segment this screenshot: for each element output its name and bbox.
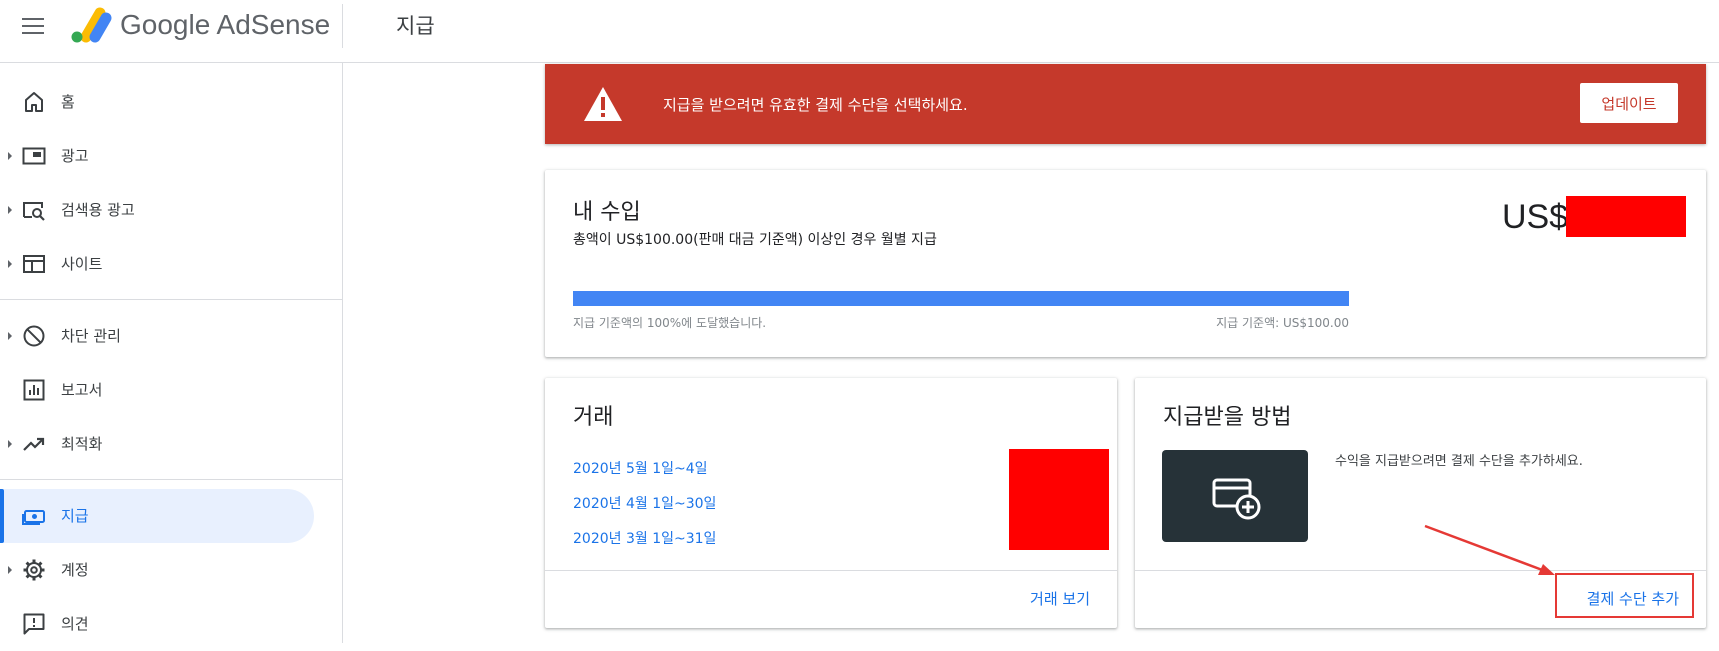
- payment-method-description: 수익을 지급받으려면 결제 수단을 추가하세요.: [1335, 454, 1583, 469]
- redacted-amounts: [1009, 449, 1109, 550]
- expand-arrow-icon: [8, 440, 12, 448]
- threshold-progress-bar: [573, 291, 1349, 306]
- sidebar-item-label: 계정: [61, 561, 89, 579]
- expand-arrow-icon: [8, 152, 12, 160]
- feedback-icon: [23, 613, 45, 635]
- payment-method-card: 지급받을 방법 수익을 지급받으려면 결제 수단을 추가하세요. 결제 수단 추…: [1135, 378, 1706, 628]
- update-button[interactable]: 업데이트: [1580, 83, 1678, 123]
- earnings-amount: US$: [1502, 198, 1568, 237]
- sidebar-item-sites[interactable]: 사이트: [0, 237, 342, 291]
- sidebar-item-label: 사이트: [61, 255, 103, 273]
- add-card-icon: [1212, 478, 1261, 520]
- transaction-period-link[interactable]: 2020년 4월 1일~30일: [573, 493, 716, 513]
- transaction-period-link[interactable]: 2020년 5월 1일~4일: [573, 458, 708, 478]
- gear-icon: [23, 559, 45, 581]
- active-item-indicator: [0, 489, 4, 543]
- sidebar-item-blocking[interactable]: 차단 관리: [0, 309, 342, 363]
- card-divider: [545, 570, 1117, 571]
- progress-fill: [573, 291, 1349, 306]
- sidebar-item-payments[interactable]: 지급: [0, 489, 342, 543]
- warning-icon: [584, 87, 622, 121]
- expand-arrow-icon: [8, 206, 12, 214]
- expand-arrow-icon: [8, 260, 12, 268]
- add-payment-tile[interactable]: [1162, 450, 1308, 542]
- card-divider: [1135, 570, 1706, 571]
- search-ads-icon: [23, 202, 45, 221]
- expand-arrow-icon: [8, 332, 12, 340]
- sidebar-item-reports[interactable]: 보고서: [0, 363, 342, 417]
- redacted-amount: [1566, 196, 1686, 237]
- adsense-logo-icon: [71, 7, 112, 43]
- payment-alert-banner: 지급을 받으려면 유효한 결제 수단을 선택하세요. 업데이트: [545, 64, 1706, 144]
- transactions-title: 거래: [573, 405, 614, 430]
- progress-status: 지급 기준액의 100%에 도달했습니다.: [573, 316, 767, 330]
- earnings-card: 내 수입 총액이 US$100.00(판매 대금 기준액) 이상인 경우 월별 …: [545, 170, 1706, 357]
- sidebar-item-label: 최적화: [61, 435, 103, 453]
- sites-icon: [23, 255, 45, 273]
- alert-message: 지급을 받으려면 유효한 결제 수단을 선택하세요.: [663, 96, 968, 114]
- earnings-subtitle: 총액이 US$100.00(판매 대금 기준액) 이상인 경우 월별 지급: [573, 232, 937, 248]
- sidebar-item-ads[interactable]: 광고: [0, 129, 342, 183]
- top-app-bar: Google AdSense 지급: [0, 0, 1719, 63]
- payment-method-title: 지급받을 방법: [1163, 405, 1292, 430]
- brand-name: Google AdSense: [120, 9, 331, 40]
- header-divider: [342, 4, 343, 48]
- sidebar-item-label: 광고: [61, 147, 89, 165]
- transactions-card: 거래 2020년 5월 1일~4일 2020년 4월 1일~30일 2020년 …: [545, 378, 1117, 628]
- active-item-highlight: [0, 489, 314, 543]
- sidebar-divider: [0, 479, 342, 480]
- payments-icon: [22, 510, 45, 525]
- sidebar-item-home[interactable]: 홈: [0, 75, 342, 129]
- sidebar-item-account[interactable]: 계정: [0, 543, 342, 597]
- add-payment-method-button[interactable]: 결제 수단 추가: [1587, 588, 1679, 609]
- payment-threshold: 지급 기준액: US$100.00: [1216, 316, 1349, 330]
- sidebar-item-search-ads[interactable]: 검색용 광고: [0, 183, 342, 237]
- trending-up-icon: [23, 437, 45, 451]
- currency-prefix: US$: [1502, 198, 1569, 236]
- sidebar-item-label: 검색용 광고: [61, 201, 135, 219]
- reports-icon: [23, 379, 45, 401]
- page-title: 지급: [396, 14, 435, 38]
- expand-arrow-icon: [8, 566, 12, 574]
- sidebar-divider: [0, 299, 342, 300]
- sidebar-item-label: 차단 관리: [61, 327, 121, 345]
- sidebar-item-optimization[interactable]: 최적화: [0, 417, 342, 471]
- home-icon: [25, 92, 43, 112]
- sidebar-item-label: 의견: [61, 615, 89, 633]
- sidebar-item-label: 홈: [61, 93, 75, 111]
- sidebar-item-label: 보고서: [61, 381, 103, 399]
- block-icon: [23, 325, 45, 347]
- sidebar: 홈 광고 검색용 광고 사이트 차단 관리 보고서 최적화 지급 계정 의견: [0, 63, 343, 643]
- earnings-title: 내 수입: [573, 200, 641, 225]
- transaction-period-link[interactable]: 2020년 3월 1일~31일: [573, 528, 716, 548]
- menu-icon[interactable]: [22, 16, 46, 36]
- sidebar-item-label: 지급: [61, 507, 89, 525]
- ads-icon: [22, 147, 46, 165]
- view-transactions-button[interactable]: 거래 보기: [1030, 588, 1090, 609]
